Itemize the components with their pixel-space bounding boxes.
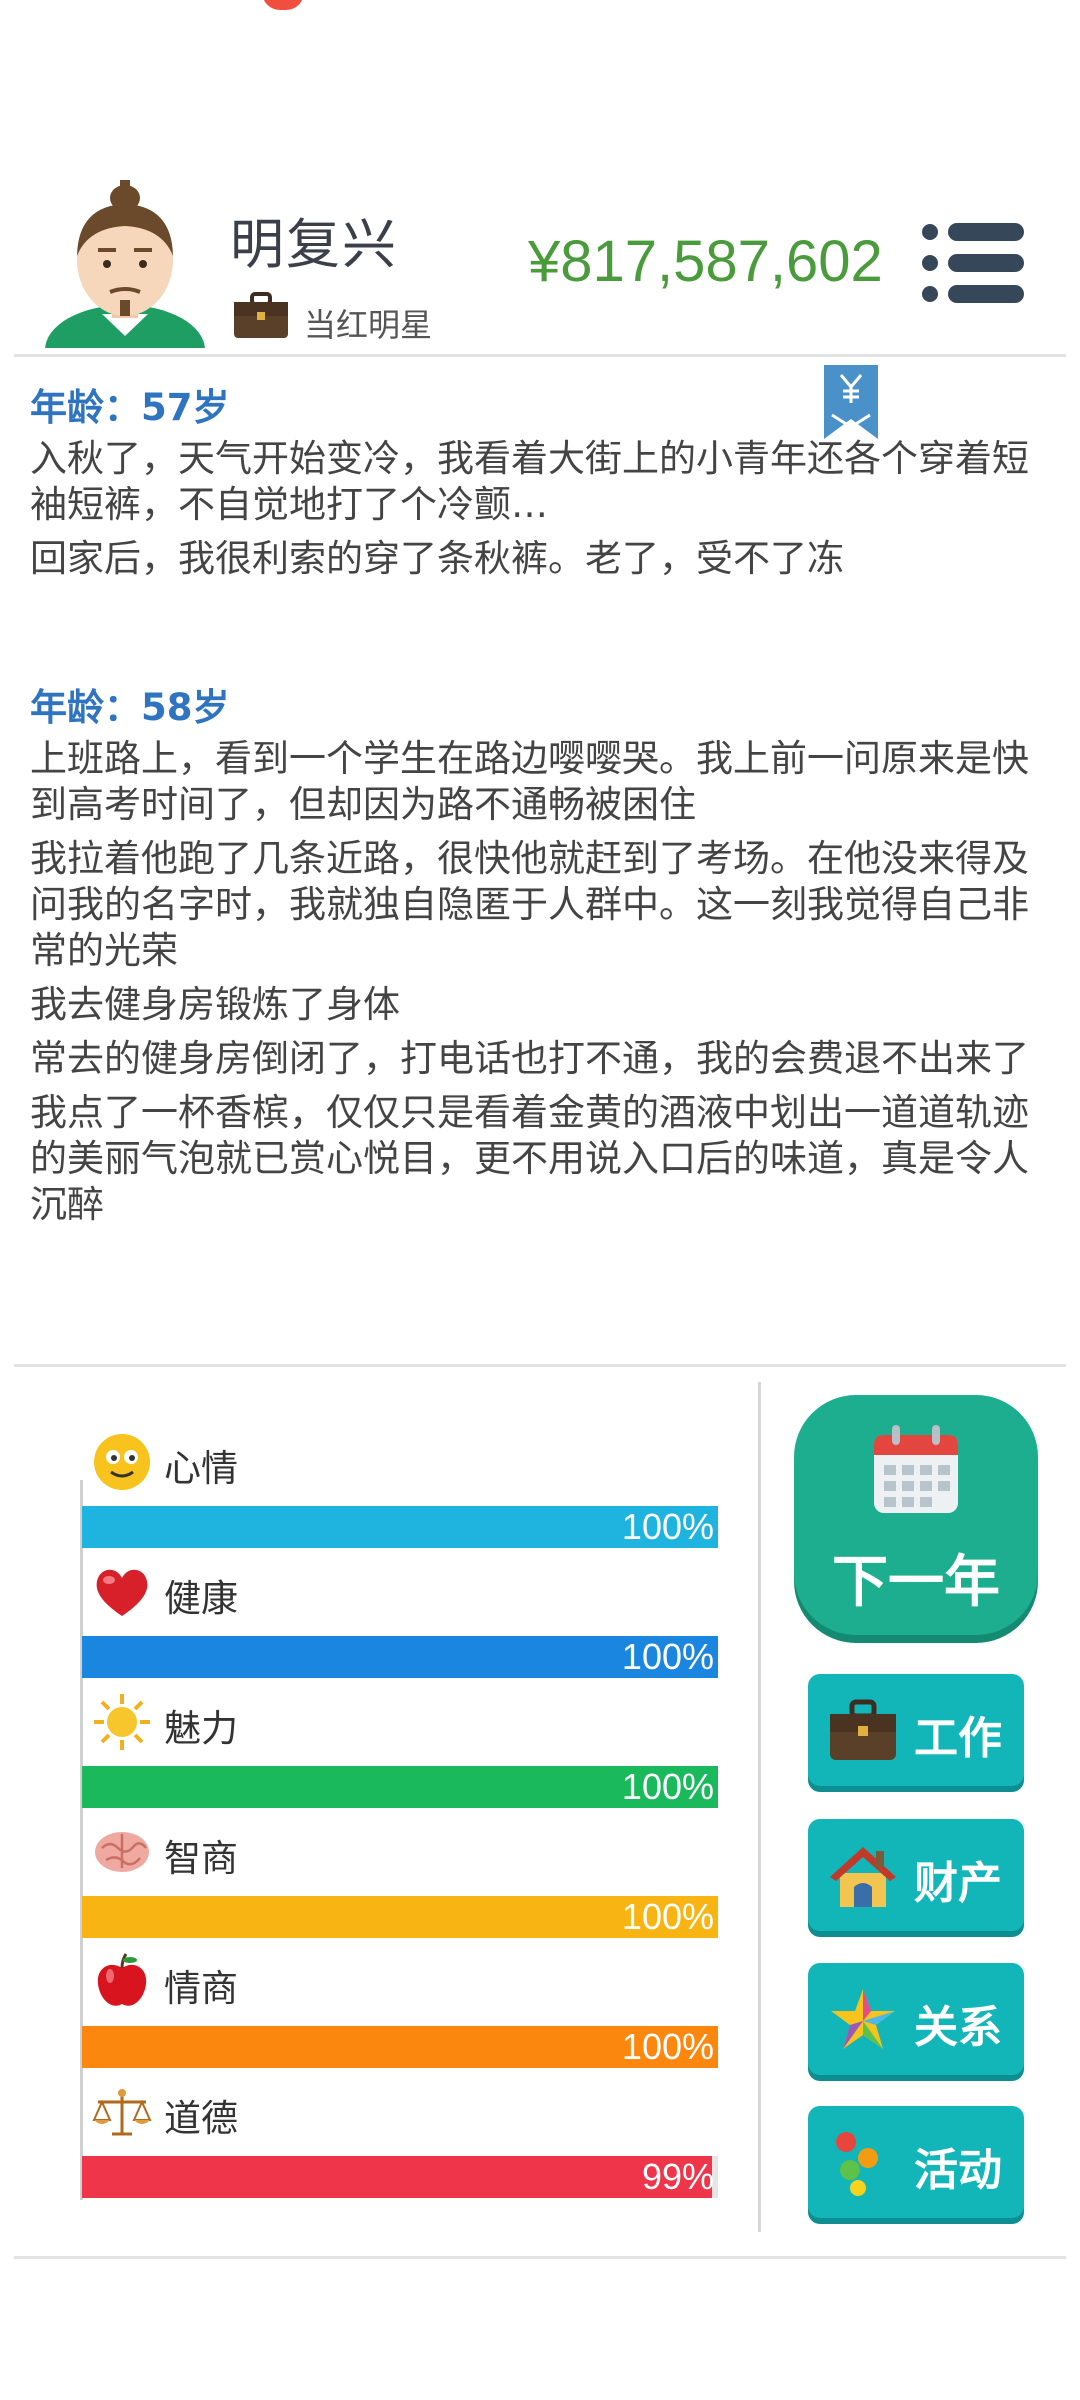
work-button[interactable]: 工作 <box>808 1674 1024 1786</box>
stats-panel: 心情 100% 健康 100% 魅力 100% 智商 100% 情商 100% … <box>0 1380 760 2230</box>
work-label: 工作 <box>914 1713 1002 1764</box>
stat-bar: 99% <box>82 2156 718 2198</box>
stat-bar: 100% <box>82 2026 718 2068</box>
stat-mood: 心情 100% <box>82 1432 718 1562</box>
log-divider <box>14 1364 1066 1367</box>
log-line: 入秋了，天气开始变冷，我看着大街上的小青年还各个穿着短袖短裤，不自觉地打了个冷颤… <box>30 437 1029 526</box>
stat-bar: 100% <box>82 1636 718 1678</box>
stat-label: 智商 <box>164 1837 238 1880</box>
stat-label: 健康 <box>164 1577 238 1620</box>
next-year-button[interactable]: 下一年 <box>794 1395 1038 1635</box>
log-line: 我拉着他跑了几条近路，很快他就赶到了考场。在他没来得及问我的名字时，我就独自隐匿… <box>30 837 1029 972</box>
activities-button[interactable]: 活动 <box>808 2106 1024 2218</box>
log-entry: 年龄：58岁 上班路上，看到一个学生在路边嘤嘤哭。我上前一问原来是快到高考时间了… <box>30 680 1040 1228</box>
stat-bar: 100% <box>82 1766 718 1808</box>
property-label: 财产 <box>914 1858 1002 1909</box>
calendar-icon <box>874 1425 958 1513</box>
log-line: 常去的健身房倒闭了，打电话也打不通，我的会费退不出来了 <box>30 1037 1029 1080</box>
apple-icon <box>97 1953 147 2006</box>
stat-label: 心情 <box>164 1447 238 1490</box>
log-line: 我去健身房锻炼了身体 <box>30 983 400 1026</box>
menu-icon[interactable] <box>920 220 1026 306</box>
player-header: 明复兴 当红明星 ¥817,587,602 <box>0 170 1080 360</box>
log-line: 上班路上，看到一个学生在路边嘤嘤哭。我上前一问原来是快到高考时间了，但却因为路不… <box>30 737 1029 826</box>
stat-bar-fill <box>82 2156 712 2198</box>
briefcase-icon <box>830 1699 896 1760</box>
smiley-icon <box>94 1434 150 1490</box>
life-log: 年龄：57岁 入秋了，天气开始变冷，我看着大街上的小青年还各个穿着短袖短裤，不自… <box>30 380 1040 1278</box>
stat-bar: 100% <box>82 1896 718 1938</box>
heart-icon <box>96 1569 148 1616</box>
stat-percent: 100% <box>621 2026 714 2067</box>
stat-label: 魅力 <box>164 1707 238 1750</box>
relations-label: 关系 <box>914 2002 1002 2053</box>
stat-eq: 情商 100% <box>82 1952 718 2082</box>
property-button[interactable]: 财产 <box>808 1819 1024 1931</box>
player-title: 当红明星 <box>304 306 433 344</box>
activities-label: 活动 <box>914 2145 1002 2196</box>
stat-morality: 道德 99% <box>82 2082 718 2212</box>
next-year-label: 下一年 <box>832 1550 1000 1615</box>
player-name: 明复兴 <box>230 213 398 276</box>
sun-icon <box>94 1694 150 1750</box>
player-avatar[interactable] <box>40 178 210 348</box>
header-divider <box>14 354 1066 357</box>
relations-button[interactable]: 关系 <box>808 1963 1024 2075</box>
stat-percent: 100% <box>621 1766 714 1807</box>
house-icon <box>830 1847 896 1907</box>
notification-badge <box>262 0 304 10</box>
stat-label: 情商 <box>164 1967 238 2010</box>
stat-percent: 100% <box>621 1636 714 1677</box>
stat-label: 道德 <box>164 2097 238 2140</box>
stat-percent: 100% <box>621 1506 714 1547</box>
age-heading: 年龄：58岁 <box>30 686 230 729</box>
stat-health: 健康 100% <box>82 1562 718 1692</box>
star-icon <box>831 1989 895 2049</box>
money-balance: ¥817,587,602 <box>528 229 883 294</box>
log-entry: 年龄：57岁 入秋了，天气开始变冷，我看着大街上的小青年还各个穿着短袖短裤，不自… <box>30 380 1040 582</box>
activities-icon <box>836 2132 878 2196</box>
panel-separator <box>758 1382 761 2232</box>
brain-icon <box>95 1832 149 1872</box>
stat-bar: 100% <box>82 1506 718 1548</box>
log-line: 回家后，我很利索的穿了条秋裤。老了，受不了冻 <box>30 537 844 580</box>
scales-icon <box>92 2089 152 2136</box>
stat-iq: 智商 100% <box>82 1822 718 1952</box>
log-line: 我点了一杯香槟，仅仅只是看着金黄的酒液中划出一道道轨迹的美丽气泡就已赏心悦目，更… <box>30 1091 1029 1226</box>
stat-percent: 99% <box>641 2156 714 2197</box>
stat-percent: 100% <box>621 1896 714 1937</box>
stat-charm: 魅力 100% <box>82 1692 718 1822</box>
age-heading: 年龄：57岁 <box>30 386 230 429</box>
footer-divider <box>14 2256 1066 2259</box>
briefcase-icon <box>234 292 288 338</box>
